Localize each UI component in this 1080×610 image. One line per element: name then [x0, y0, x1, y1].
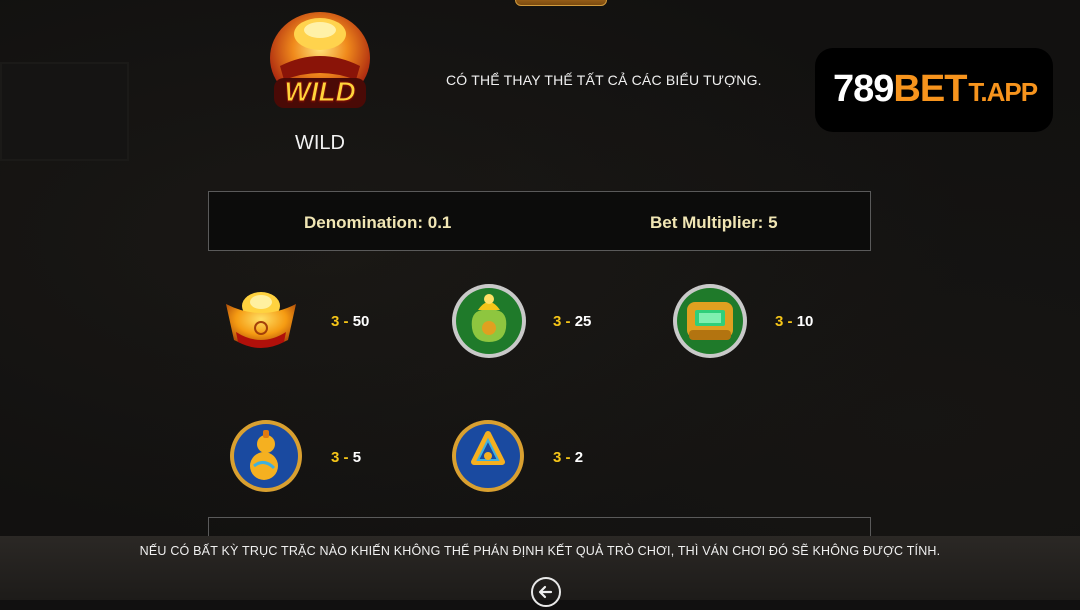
bet-multiplier: Bet Multiplier: 5: [650, 213, 778, 233]
logo-number: 789: [833, 68, 894, 110]
logo-bet: BET: [893, 68, 967, 110]
notice-text: NẾU CÓ BẤT KỲ TRỤC TRẶC NÀO KHIẾN KHÔNG …: [139, 544, 941, 558]
arrow-left-icon: [538, 585, 553, 599]
wild-description: CÓ THỂ THAY THẾ TẤT CẢ CÁC BIỂU TƯỢNG.: [446, 72, 762, 88]
config-box: Denomination: 0.1 Bet Multiplier: 5: [208, 191, 871, 251]
payout-count: 3: [553, 449, 562, 466]
payout-separator: -: [343, 313, 349, 330]
payout-count: 3: [331, 449, 340, 466]
denomination-value: 0.1: [427, 213, 452, 232]
payout-count: 3: [331, 313, 340, 330]
payout-separator: -: [565, 313, 571, 330]
payout-value: 50: [352, 313, 370, 330]
payout-separator: -: [565, 449, 571, 466]
payout-value: 5: [352, 449, 362, 466]
brand-logo: 789BETT.APP: [815, 48, 1053, 132]
logo-app: T.APP: [968, 77, 1038, 107]
payout-gold-ingot: 3 - 50: [331, 313, 369, 330]
payout-separator: -: [787, 313, 793, 330]
payout-lucky-knot: 3 - 2: [553, 449, 583, 466]
payout-value: 2: [574, 449, 584, 466]
payout-gourd: 3 - 5: [331, 449, 361, 466]
payout-money-bag: 3 - 25: [553, 313, 591, 330]
denomination-label: Denomination:: [304, 213, 423, 232]
jade-ring-icon: [671, 282, 749, 360]
wild-symbol-name: WILD: [295, 132, 345, 154]
wild-icon-label: WILD: [284, 76, 357, 108]
denomination: Denomination: 0.1: [304, 213, 451, 233]
bet-multiplier-value: 5: [768, 213, 778, 232]
payout-count: 3: [775, 313, 784, 330]
payout-value: 10: [796, 313, 814, 330]
payout-jade-ring: 3 - 10: [775, 313, 813, 330]
background-frame: [0, 62, 129, 161]
back-button[interactable]: [531, 577, 561, 607]
top-tab-button[interactable]: [515, 0, 607, 6]
lucky-knot-icon: [450, 418, 528, 496]
payout-separator: -: [343, 449, 349, 466]
bet-multiplier-label: Bet Multiplier:: [650, 213, 764, 232]
payout-count: 3: [553, 313, 562, 330]
money-bag-icon: [450, 282, 528, 360]
payout-value: 25: [574, 313, 592, 330]
gold-ingot-icon: [222, 282, 300, 360]
gourd-icon: [228, 418, 306, 496]
